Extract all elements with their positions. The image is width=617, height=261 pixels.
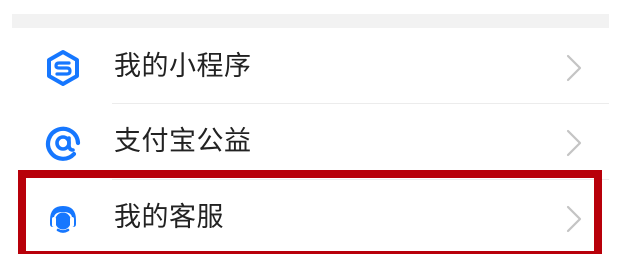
menu-item-label: 支付宝公益 bbox=[114, 126, 252, 157]
charity-icon bbox=[44, 124, 82, 162]
mini-program-icon bbox=[44, 49, 82, 87]
bottom-spacer bbox=[0, 254, 617, 261]
menu-item-mini-programs[interactable]: 我的小程序 bbox=[12, 29, 609, 105]
menu-item-label: 我的小程序 bbox=[114, 51, 252, 82]
customer-service-icon bbox=[44, 200, 82, 238]
section-separator bbox=[12, 14, 609, 28]
menu-item-charity[interactable]: 支付宝公益 bbox=[12, 104, 609, 180]
chevron-right-icon bbox=[565, 205, 583, 233]
chevron-right-icon bbox=[565, 54, 583, 82]
menu-item-label: 我的客服 bbox=[114, 202, 224, 233]
menu-item-customer-service[interactable]: 我的客服 bbox=[12, 180, 609, 256]
chevron-right-icon bbox=[565, 129, 583, 157]
